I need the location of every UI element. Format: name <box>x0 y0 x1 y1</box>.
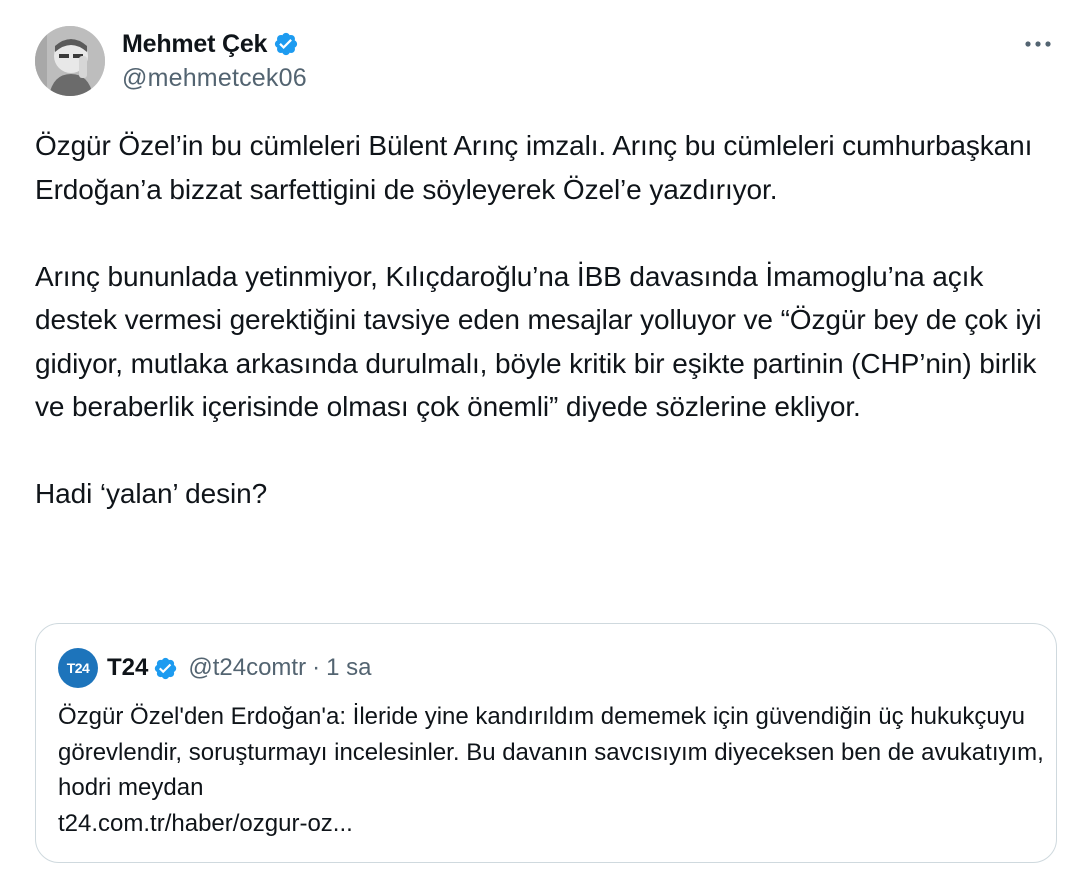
quoted-timestamp[interactable]: 1 sa <box>326 654 371 682</box>
quoted-text-body: Özgür Özel'den Erdoğan'a: İleride yine k… <box>58 703 1044 801</box>
separator-dot: · <box>312 654 321 681</box>
avatar-image <box>35 26 105 96</box>
display-name[interactable]: Mehmet Çek <box>122 30 267 59</box>
tweet: Mehmet Çek @mehmetcek06 Özgür Özel’in bu… <box>0 0 1080 880</box>
handle[interactable]: @mehmetcek06 <box>122 64 307 93</box>
verified-badge-icon <box>275 32 298 56</box>
quoted-avatar-t24-logo: T24 <box>58 648 98 688</box>
more-button[interactable] <box>1020 30 1056 58</box>
quoted-handle: @t24comtr <box>188 654 307 681</box>
author-info: Mehmet Çek @mehmetcek06 <box>122 28 307 93</box>
quoted-tweet-header: T24 T24 @t24comtr · 1 sa <box>58 648 371 688</box>
quoted-tweet-card[interactable]: T24 T24 @t24comtr · 1 sa Özgür Özel'den … <box>35 623 1057 863</box>
quoted-link[interactable]: t24.com.tr/haber/ozgur-oz... <box>58 806 1048 842</box>
tweet-paragraph: Özgür Özel’in bu cümleleri Bülent Arınç … <box>35 130 1033 205</box>
quoted-tweet-text: Özgür Özel'den Erdoğan'a: İleride yine k… <box>58 699 1048 841</box>
avatar[interactable] <box>35 26 105 96</box>
quoted-display-name: T24 <box>107 654 149 681</box>
name-row: Mehmet Çek <box>122 28 307 60</box>
more-horizontal-icon <box>1025 41 1051 47</box>
tweet-paragraph: Arınç bununlada yetinmiyor, Kılıçdaroğlu… <box>35 260 1042 423</box>
verified-badge-icon <box>155 657 177 679</box>
tweet-text: Özgür Özel’in bu cümleleri Bülent Arınç … <box>35 124 1065 516</box>
tweet-paragraph: Hadi ‘yalan’ desin? <box>35 478 268 509</box>
